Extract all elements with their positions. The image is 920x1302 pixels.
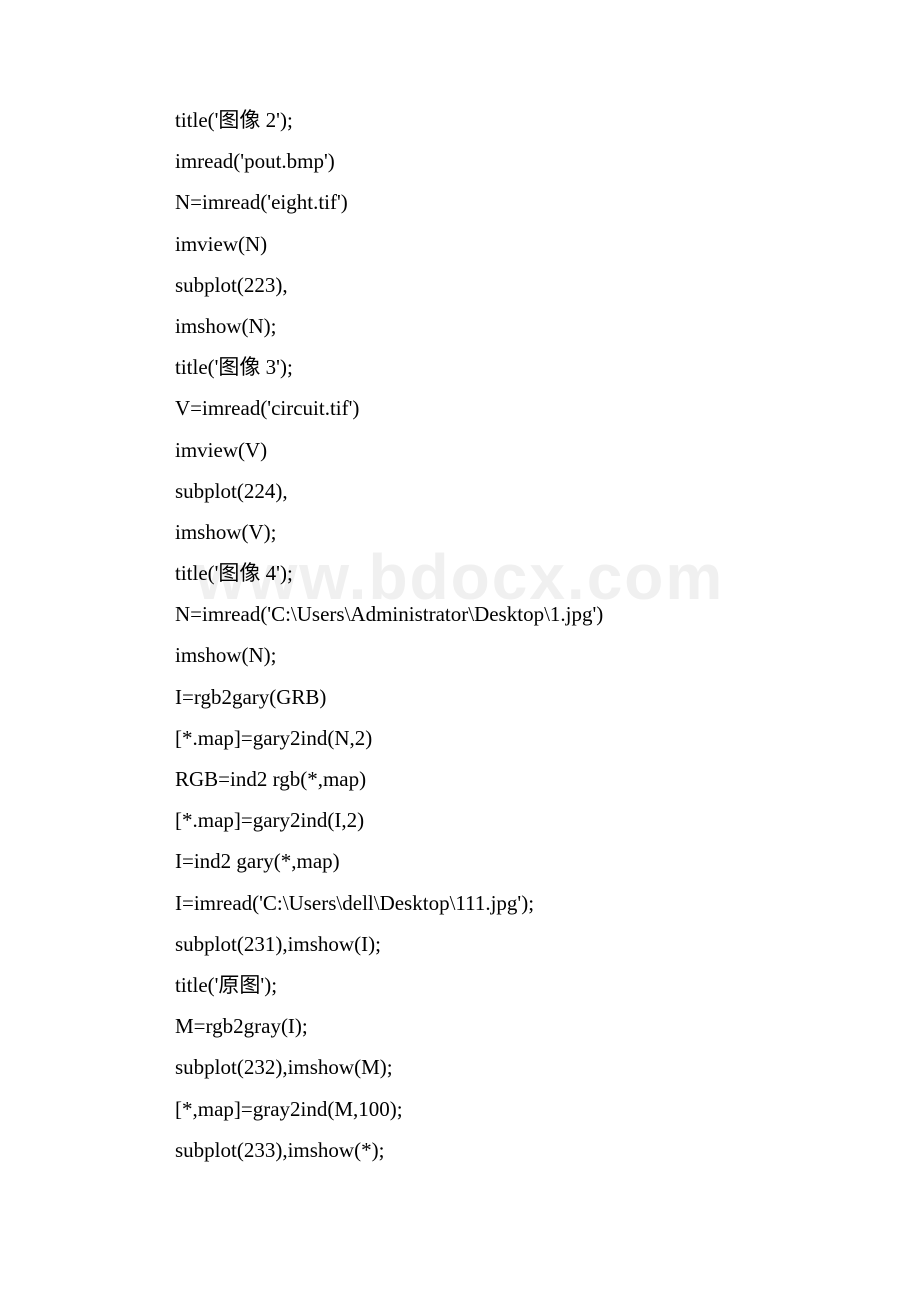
- code-line: imshow(N);: [175, 316, 745, 337]
- code-line: title('图像 3');: [175, 357, 745, 378]
- code-line: I=ind2 gary(*,map): [175, 851, 745, 872]
- code-line: subplot(231),imshow(I);: [175, 934, 745, 955]
- code-line: [*.map]=gary2ind(I,2): [175, 810, 745, 831]
- code-line: I=imread('C:\Users\dell\Desktop\111.jpg'…: [175, 893, 745, 914]
- code-line: N=imread('C:\Users\Administrator\Desktop…: [175, 604, 745, 625]
- code-line: [*.map]=gary2ind(N,2): [175, 728, 745, 749]
- code-line: I=rgb2gary(GRB): [175, 687, 745, 708]
- code-line: imshow(V);: [175, 522, 745, 543]
- code-line: subplot(232),imshow(M);: [175, 1057, 745, 1078]
- code-line: imread('pout.bmp'): [175, 151, 745, 172]
- code-line: title('图像 2');: [175, 110, 745, 131]
- code-line: V=imread('circuit.tif'): [175, 398, 745, 419]
- code-line: title('图像 4');: [175, 563, 745, 584]
- code-line: title('原图');: [175, 975, 745, 996]
- code-line: RGB=ind2 rgb(*,map): [175, 769, 745, 790]
- code-line: subplot(224),: [175, 481, 745, 502]
- code-line: imshow(N);: [175, 645, 745, 666]
- code-line: imview(V): [175, 440, 745, 461]
- code-content: title('图像 2'); imread('pout.bmp') N=imre…: [0, 0, 745, 1161]
- code-line: M=rgb2gray(I);: [175, 1016, 745, 1037]
- code-line: imview(N): [175, 234, 745, 255]
- code-line: N=imread('eight.tif'): [175, 192, 745, 213]
- code-line: subplot(223),: [175, 275, 745, 296]
- code-line: [*,map]=gray2ind(M,100);: [175, 1099, 745, 1120]
- code-line: subplot(233),imshow(*);: [175, 1140, 745, 1161]
